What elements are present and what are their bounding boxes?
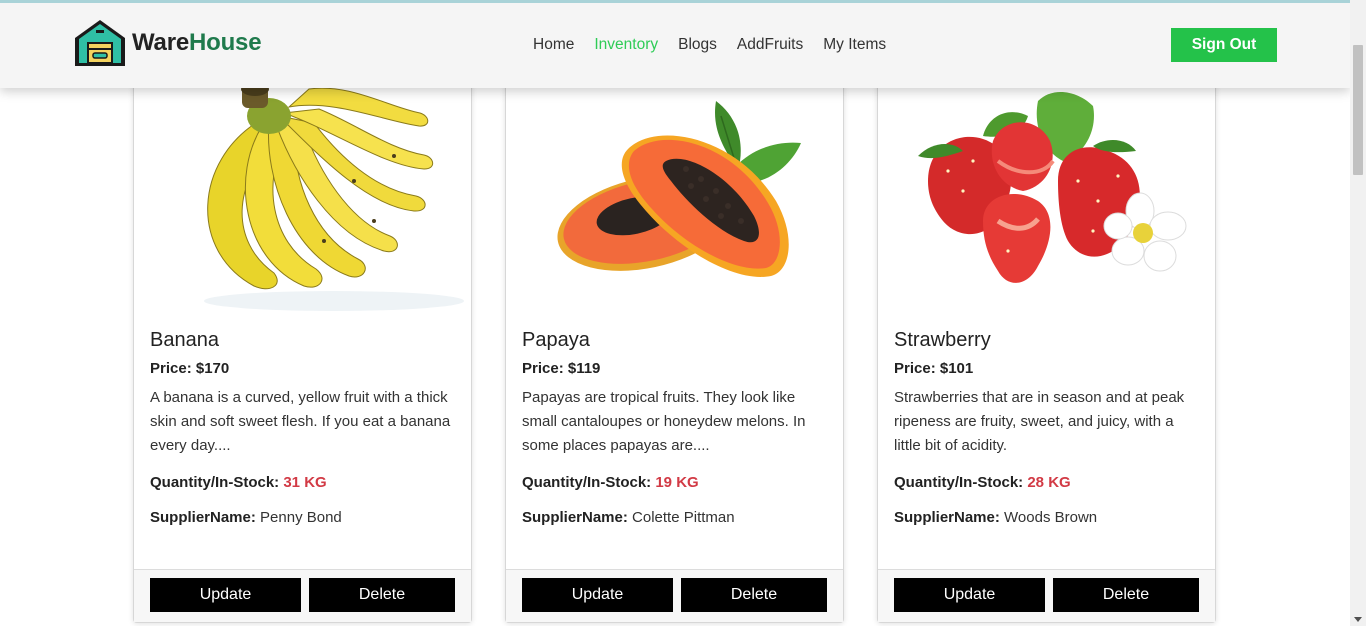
fruit-price: Price: $170 xyxy=(150,360,230,377)
fruit-card-strawberry: Strawberry Price: $101 Strawberries that… xyxy=(877,60,1216,623)
card-body: Papaya Price: $119 Papayas are tropical … xyxy=(522,329,829,526)
nav-link-home[interactable]: Home xyxy=(533,36,574,54)
fruit-price: Price: $119 xyxy=(522,360,601,377)
supplier-value: Penny Bond xyxy=(260,509,342,526)
quantity-value: 31 KG xyxy=(283,474,327,491)
fruit-description: A banana is a curved, yellow fruit with … xyxy=(150,389,451,454)
card-body: Strawberry Price: $101 Strawberries that… xyxy=(894,329,1201,526)
supplier-row: SupplierName: Woods Brown xyxy=(894,509,1201,526)
banana-image xyxy=(134,61,471,313)
warehouse-icon xyxy=(75,20,125,66)
fruit-card-banana: Banana Price: $170 A banana is a curved,… xyxy=(133,60,472,623)
page-scrollbar[interactable] xyxy=(1350,0,1366,626)
card-footer: Update Delete xyxy=(506,569,843,622)
fruit-card-papaya: Papaya Price: $119 Papayas are tropical … xyxy=(505,60,844,623)
card-body: Banana Price: $170 A banana is a curved,… xyxy=(150,329,457,526)
nav-link-addfruits[interactable]: AddFruits xyxy=(737,36,803,54)
quantity-label: Quantity/In-Stock: xyxy=(522,474,652,491)
supplier-row: SupplierName: Colette Pittman xyxy=(522,509,829,526)
quantity-value: 19 KG xyxy=(655,474,699,491)
nav-links: Home Inventory Blogs AddFruits My Items xyxy=(533,36,906,54)
supplier-value: Colette Pittman xyxy=(632,509,735,526)
quantity-label: Quantity/In-Stock: xyxy=(150,474,280,491)
supplier-label: SupplierName: xyxy=(522,509,628,526)
brand-logo[interactable]: WareHouse xyxy=(73,18,262,68)
brand-name-ware: Ware xyxy=(132,29,189,56)
nav-link-blogs[interactable]: Blogs xyxy=(678,36,717,54)
sign-out-button[interactable]: Sign Out xyxy=(1171,28,1277,62)
quantity-value: 28 KG xyxy=(1027,474,1071,491)
fruit-name: Strawberry xyxy=(894,329,991,351)
brand-name-house: House xyxy=(189,29,262,56)
papaya-image xyxy=(506,61,843,313)
delete-button[interactable]: Delete xyxy=(309,578,455,612)
nav-link-my-items[interactable]: My Items xyxy=(823,36,886,54)
supplier-label: SupplierName: xyxy=(150,509,256,526)
nav-link-inventory[interactable]: Inventory xyxy=(594,36,658,54)
fruit-name: Papaya xyxy=(522,329,590,351)
update-button[interactable]: Update xyxy=(522,578,673,612)
navbar: WareHouse Home Inventory Blogs AddFruits… xyxy=(0,3,1350,88)
supplier-label: SupplierName: xyxy=(894,509,1000,526)
card-footer: Update Delete xyxy=(878,569,1215,622)
strawberry-image xyxy=(878,61,1215,313)
update-button[interactable]: Update xyxy=(150,578,301,612)
scroll-down-arrow-icon[interactable] xyxy=(1354,617,1362,622)
scrollbar-thumb[interactable] xyxy=(1353,45,1363,175)
top-accent-line xyxy=(0,0,1366,3)
fruit-name: Banana xyxy=(150,329,219,351)
fruit-description: Strawberries that are in season and at p… xyxy=(894,389,1185,454)
supplier-row: SupplierName: Penny Bond xyxy=(150,509,457,526)
brand-name: WareHouse xyxy=(132,29,262,57)
quantity-row: Quantity/In-Stock: 28 KG xyxy=(894,474,1201,491)
card-footer: Update Delete xyxy=(134,569,471,622)
quantity-label: Quantity/In-Stock: xyxy=(894,474,1024,491)
fruit-description: Papayas are tropical fruits. They look l… xyxy=(522,389,806,454)
update-button[interactable]: Update xyxy=(894,578,1045,612)
delete-button[interactable]: Delete xyxy=(1053,578,1199,612)
quantity-row: Quantity/In-Stock: 19 KG xyxy=(522,474,829,491)
delete-button[interactable]: Delete xyxy=(681,578,827,612)
supplier-value: Woods Brown xyxy=(1004,509,1098,526)
quantity-row: Quantity/In-Stock: 31 KG xyxy=(150,474,457,491)
fruit-price: Price: $101 xyxy=(894,360,974,377)
